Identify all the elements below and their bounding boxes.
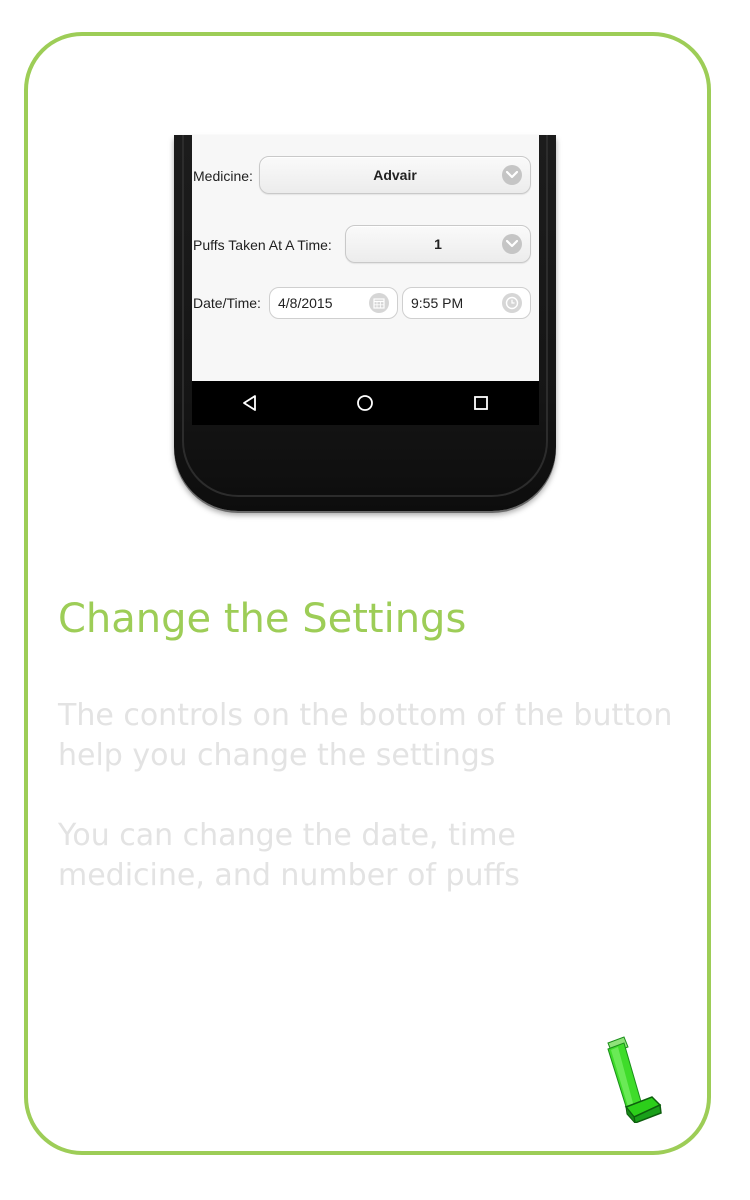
android-nav-bar [192,381,539,425]
paragraph-2: You can change the date, time medicine, … [58,816,698,896]
time-value: 9:55 PM [411,295,464,311]
paragraph-2-line-1: You can change the date, time [58,818,516,853]
puffs-value: 1 [434,236,442,252]
phone-screen: Medicine: Advair Puffs Taken At A Time: … [192,135,539,381]
chevron-down-icon [502,165,522,185]
puffs-label: Puffs Taken At A Time: [193,237,332,253]
back-triangle-icon[interactable] [238,391,262,415]
datetime-label: Date/Time: [193,295,261,311]
chevron-down-icon [502,234,522,254]
home-circle-icon[interactable] [353,391,377,415]
paragraph-1-line-2: help you change the settings [58,738,496,773]
medicine-select[interactable]: Advair [259,156,531,194]
medicine-value: Advair [373,167,417,183]
calendar-icon[interactable] [369,293,389,313]
medicine-label: Medicine: [193,168,253,184]
recents-square-icon[interactable] [469,391,493,415]
paragraph-1: The controls on the bottom of the button… [58,696,698,776]
inhaler-icon [607,1036,662,1123]
paragraph-2-line-2: medicine, and number of puffs [58,858,520,893]
clock-icon[interactable] [502,293,522,313]
time-field[interactable]: 9:55 PM [402,287,531,319]
date-value: 4/8/2015 [278,295,333,311]
page-title: Change the Settings [58,596,467,642]
date-field[interactable]: 4/8/2015 [269,287,398,319]
paragraph-1-line-1: The controls on the bottom of the button [58,698,673,733]
puffs-select[interactable]: 1 [345,225,531,263]
